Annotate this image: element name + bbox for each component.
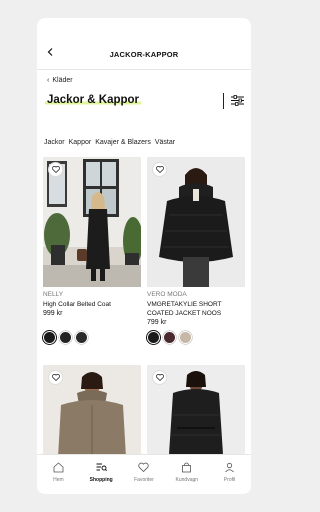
color-swatch[interactable] <box>147 331 160 344</box>
product-name[interactable]: High Collar Belted Coat <box>43 300 143 309</box>
shopping-list-icon <box>96 463 107 472</box>
product-image[interactable] <box>147 157 245 287</box>
product-card[interactable]: VERO MODA VMGRETAKYLIE SHORT COATED JACK… <box>147 157 245 357</box>
page-title: Jackor & Kappor <box>45 94 142 106</box>
chip-kavajer-blazers[interactable]: Kavajer & Blazers <box>95 139 151 146</box>
tab-profil[interactable]: Profil <box>208 455 251 494</box>
tab-label: Profil <box>223 477 236 483</box>
chip-vastar[interactable]: Västar <box>155 139 175 146</box>
tab-label: Shopping <box>89 477 113 483</box>
home-icon <box>53 462 64 473</box>
divider <box>223 93 224 109</box>
tab-label: Hem <box>53 477 64 483</box>
tab-label: Kundvagn <box>175 477 199 483</box>
heart-icon <box>138 462 150 473</box>
chip-jackor[interactable]: Jackor <box>44 139 65 146</box>
person-icon <box>225 462 234 473</box>
breadcrumb[interactable]: ‹ Kläder <box>47 77 73 84</box>
favorite-heart-icon[interactable] <box>48 370 63 385</box>
favorite-heart-icon[interactable] <box>48 162 63 177</box>
product-card[interactable] <box>43 365 141 494</box>
color-swatch[interactable] <box>163 331 176 344</box>
product-price: 799 kr <box>147 319 167 326</box>
product-price: 999 kr <box>43 310 63 317</box>
color-swatch[interactable] <box>43 331 56 344</box>
product-card[interactable]: NELLY High Collar Belted Coat 999 kr <box>43 157 141 357</box>
chevron-left-icon: ‹ <box>47 77 50 84</box>
category-chips: Jackor Kappor Kavajer & Blazers Västar <box>44 139 175 146</box>
breadcrumb-label: Kläder <box>52 77 73 84</box>
color-swatches <box>147 331 192 344</box>
tab-favoriter[interactable]: Favoriter <box>123 455 166 494</box>
product-image[interactable] <box>43 157 141 287</box>
tab-kundvagn[interactable]: Kundvagn <box>165 455 208 494</box>
favorite-heart-icon[interactable] <box>152 370 167 385</box>
top-bar: JACKOR-KAPPOR <box>37 18 251 70</box>
color-swatches <box>43 331 88 344</box>
color-swatch[interactable] <box>179 331 192 344</box>
product-name[interactable]: VMGRETAKYLIE SHORT COATED JACKET NOOS <box>147 300 247 318</box>
color-swatch[interactable] <box>75 331 88 344</box>
tab-hem[interactable]: Hem <box>37 455 80 494</box>
favorite-heart-icon[interactable] <box>152 162 167 177</box>
product-card[interactable] <box>147 365 245 494</box>
product-brand: VERO MODA <box>147 291 187 298</box>
tab-label: Favoriter <box>134 477 154 483</box>
color-swatch[interactable] <box>59 331 72 344</box>
page-header-title: JACKOR-KAPPOR <box>109 50 179 59</box>
product-brand: NELLY <box>43 291 64 298</box>
tab-shopping[interactable]: Shopping <box>80 455 123 494</box>
bottom-tab-bar: Hem Shopping Favoriter Kundvagn Profil <box>37 454 251 494</box>
bag-icon <box>182 462 192 473</box>
app-screen: JACKOR-KAPPOR ‹ Kläder Jackor & Kappor Ja… <box>37 18 251 494</box>
chip-kappor[interactable]: Kappor <box>69 139 92 146</box>
filter-sliders-icon[interactable] <box>231 95 244 106</box>
